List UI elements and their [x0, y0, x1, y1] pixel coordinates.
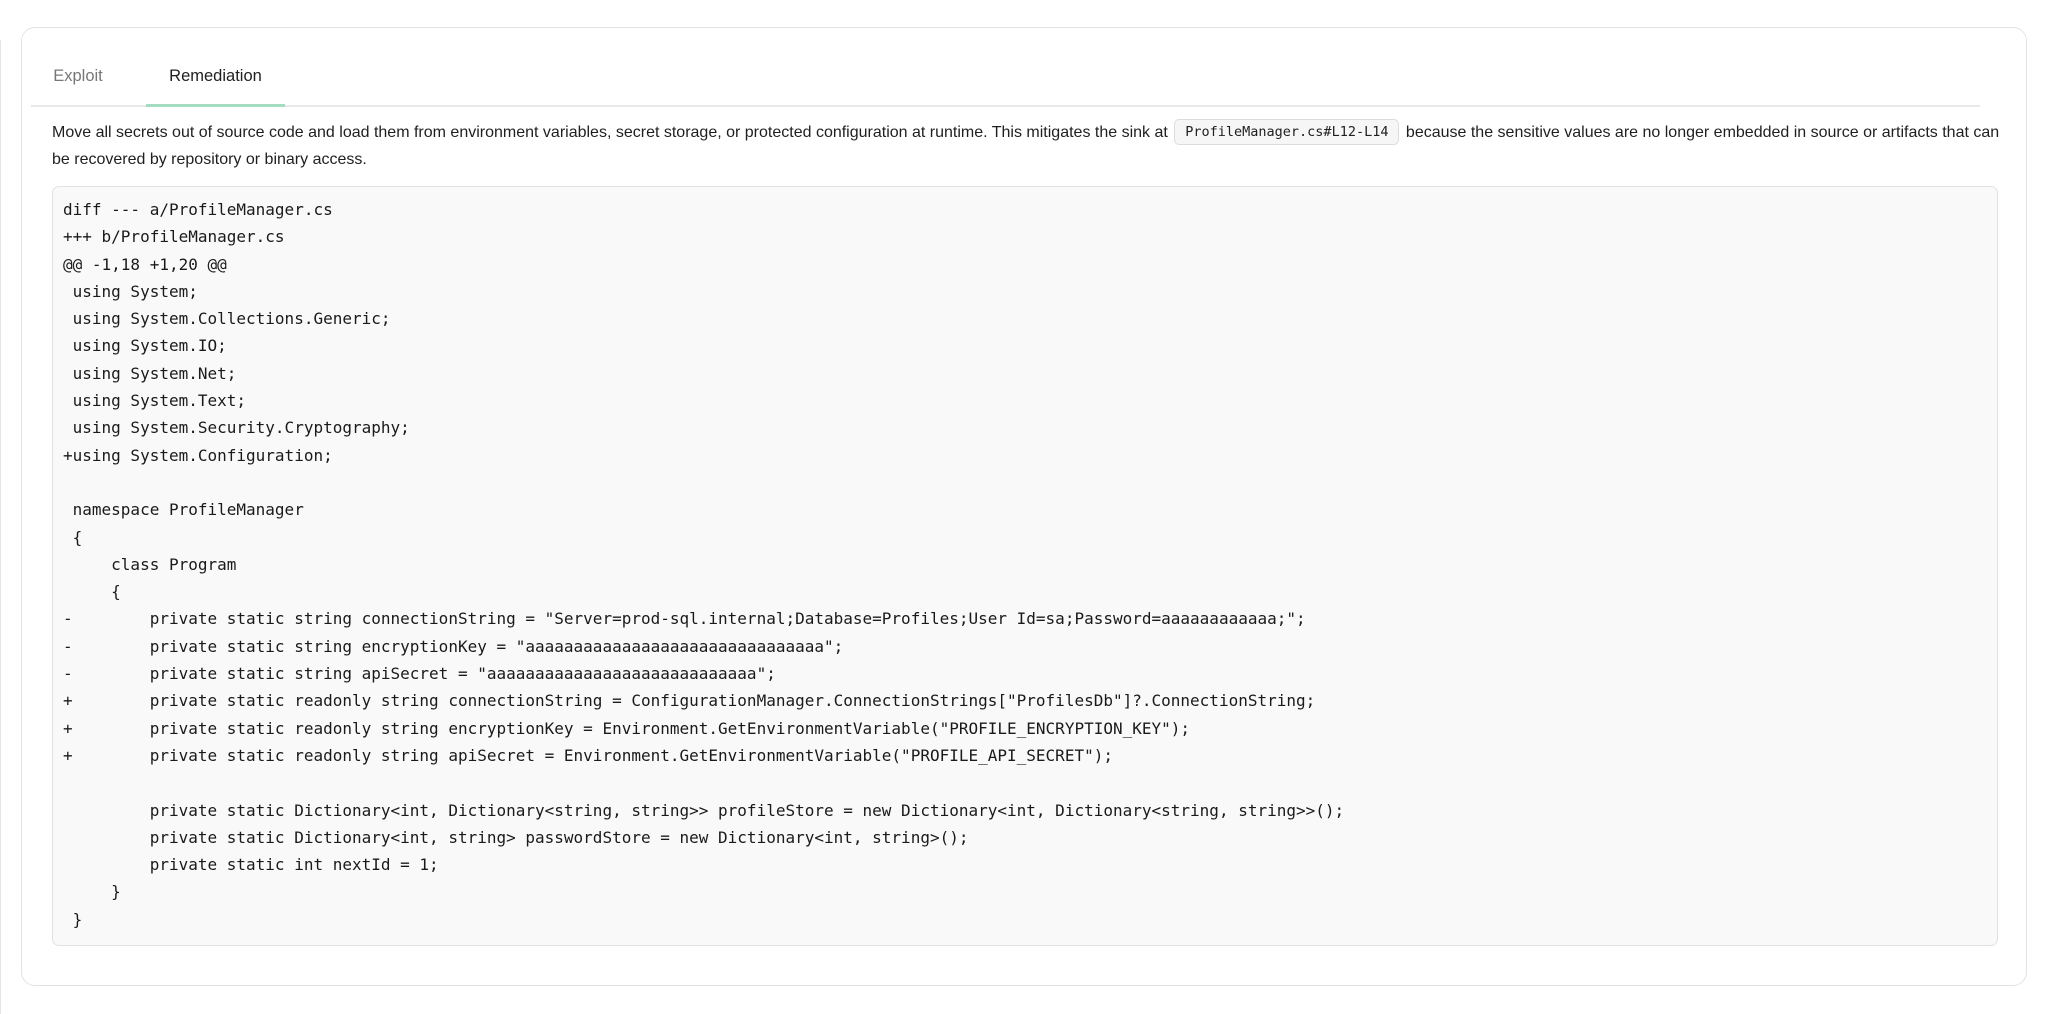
diff-line — [63, 769, 1344, 796]
diff-line: private static int nextId = 1; — [63, 855, 439, 875]
diff-line: { — [63, 527, 83, 547]
diff-line: - private static string apiSecret = "aaa… — [63, 664, 776, 684]
diff-line: using System.Net; — [63, 363, 237, 383]
diff-line: } — [63, 882, 121, 902]
diff-code-text: diff --- a/ProfileManager.cs +++ b/Profil… — [63, 196, 1344, 933]
diff-code-block[interactable]: diff --- a/ProfileManager.cs +++ b/Profil… — [52, 186, 1998, 946]
code-reference-badge: ProfileManager.cs#L12-L14 — [1174, 119, 1400, 145]
active-tab-indicator — [146, 104, 285, 107]
description-text-before: Move all secrets out of source code and … — [52, 124, 1173, 141]
diff-line — [63, 469, 1344, 496]
diff-line: private static Dictionary<int, Dictionar… — [63, 800, 1345, 820]
tab-remediation[interactable]: Remediation — [146, 50, 285, 107]
left-panel-edge — [0, 40, 1, 1014]
diff-line: +++ b/ProfileManager.cs — [63, 227, 285, 247]
diff-line: + private static readonly string encrypt… — [63, 718, 1191, 738]
tab-bar: Exploit Remediation — [31, 50, 1980, 107]
diff-line: using System; — [63, 281, 198, 301]
diff-line: } — [63, 909, 83, 929]
diff-line: using System.IO; — [63, 336, 227, 356]
diff-line: private static Dictionary<int, string> p… — [63, 827, 969, 847]
diff-line: +using System.Configuration; — [63, 445, 333, 465]
diff-line: + private static readonly string apiSecr… — [63, 745, 1113, 765]
diff-line: using System.Collections.Generic; — [63, 309, 391, 329]
remediation-description: Move all secrets out of source code and … — [52, 119, 2008, 173]
diff-line: - private static string connectionString… — [63, 609, 1306, 629]
diff-line: namespace ProfileManager — [63, 500, 304, 520]
diff-line: + private static readonly string connect… — [63, 691, 1316, 711]
diff-line: diff --- a/ProfileManager.cs — [63, 200, 333, 219]
diff-line: @@ -1,18 +1,20 @@ — [63, 254, 227, 274]
page: Exploit Remediation Move all secrets out… — [0, 0, 2048, 1014]
diff-line: { — [63, 582, 121, 602]
diff-line: using System.Text; — [63, 391, 247, 411]
diff-line: class Program — [63, 554, 237, 574]
diff-line: using System.Security.Cryptography; — [63, 418, 410, 438]
diff-line: - private static string encryptionKey = … — [63, 636, 844, 656]
tab-exploit[interactable]: Exploit — [31, 50, 125, 107]
